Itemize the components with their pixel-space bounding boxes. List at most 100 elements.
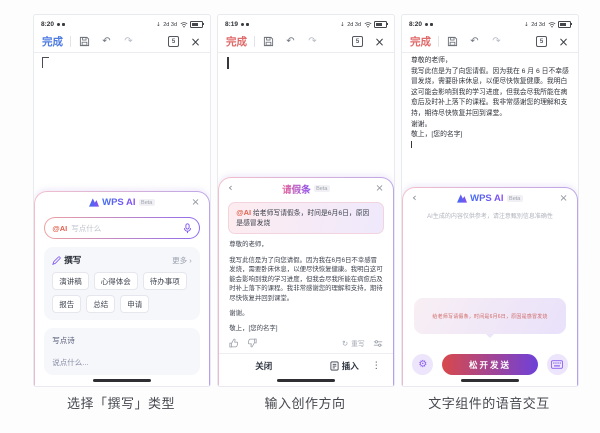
undo-button[interactable]: ↶: [100, 35, 113, 49]
done-button[interactable]: 完成: [42, 34, 63, 49]
done-button[interactable]: 完成: [410, 34, 431, 49]
status-time: 8:20: [41, 21, 54, 28]
compose-card: 撰写 更多 › 演讲稿 心得体会 待办事项 报告 总结 申请: [44, 247, 199, 320]
close-dialog-button[interactable]: ×: [375, 183, 383, 194]
redo-button[interactable]: ↷: [122, 35, 135, 49]
gear-icon: ⚙: [418, 359, 427, 370]
pages-button[interactable]: 5: [351, 35, 364, 49]
caption-input-direction: 输入创作方向: [217, 393, 393, 412]
redo-button[interactable]: ↷: [306, 35, 319, 49]
leave-note-dialog: ‹ 请假条 Beta × @AI 给老师写请假条，时间是6月6日，原因是感冒发烧…: [218, 177, 394, 386]
toolbar-border: [34, 52, 210, 53]
beta-badge: Beta: [139, 199, 155, 206]
feedback-row: ↻ 重写: [219, 336, 392, 353]
redo-button[interactable]: ↷: [490, 35, 503, 49]
more-link[interactable]: 更多 ›: [172, 255, 192, 266]
wifi-icon: [364, 21, 372, 28]
network-label: 2d 3d: [347, 22, 361, 28]
toolbar-border: [218, 52, 394, 53]
rewrite-button[interactable]: 重写: [351, 338, 365, 348]
notification-dot-icon: [425, 23, 428, 26]
text-cursor: [227, 57, 229, 69]
chip-speech[interactable]: 演讲稿: [52, 272, 89, 290]
battery-icon: [374, 21, 387, 29]
insert-button[interactable]: 插入: [330, 360, 359, 372]
microphone-icon[interactable]: [183, 223, 192, 234]
notification-dot-icon: [241, 23, 244, 26]
dialog-header: ‹ 请假条 Beta ×: [219, 178, 392, 199]
close-sheet-button[interactable]: ×: [191, 197, 199, 208]
chip-todo[interactable]: 待办事项: [143, 272, 187, 290]
done-button[interactable]: 完成: [226, 34, 247, 49]
back-button[interactable]: ‹: [412, 191, 416, 204]
transcript-text: 给老师写请假条，时间是6月6日，原因是感冒发烧: [424, 313, 555, 320]
letter-line: 敬上，[您的名字]: [229, 324, 382, 333]
close-editor-button[interactable]: ×: [189, 35, 202, 49]
status-bar: 8:20 ↓ 2d 3d: [402, 15, 578, 31]
brand-title: WPS AI: [102, 197, 135, 208]
download-arrow-icon: ↓: [524, 22, 529, 28]
home-indicator[interactable]: [461, 379, 519, 383]
more-options-button[interactable]: ⋮: [372, 361, 381, 371]
ai-prompt-input[interactable]: @AI 写点什么: [44, 217, 199, 239]
close-editor-button[interactable]: ×: [557, 35, 570, 49]
prompt-text: 给老师写请假条，时间是6月6日，原因是感冒发烧: [236, 210, 369, 227]
undo-button[interactable]: ↶: [468, 35, 481, 49]
download-arrow-icon: ↓: [340, 22, 345, 28]
chip-reflection[interactable]: 心得体会: [94, 272, 138, 290]
adjust-sliders-icon[interactable]: [373, 339, 383, 348]
wifi-icon: [548, 21, 556, 28]
document-text[interactable]: 尊敬的老师， 我写此信是为了向您请假。因为我在 6 月 6 日不幸感冒发烧，需要…: [411, 56, 570, 151]
ai-sheet-header: WPS AI Beta ×: [35, 192, 208, 213]
close-button[interactable]: 关闭: [255, 360, 272, 372]
status-bar: 8:19 ↓ 2d 3d: [218, 15, 394, 31]
notification-dot-icon: [430, 23, 433, 26]
insert-doc-icon: [330, 361, 339, 371]
chip-application[interactable]: 申请: [120, 295, 149, 313]
voice-sheet-header: ‹ WPS AI Beta ×: [403, 188, 576, 209]
ai-disclaimer: AI生成的内容仅供参考，请注意甄别信息准确性: [403, 211, 576, 220]
text-cursor: [42, 57, 49, 68]
chip-report[interactable]: 报告: [52, 295, 81, 313]
compose-chip-list: 演讲稿 心得体会 待办事项 报告 总结 申请: [52, 272, 191, 313]
wps-ai-logo-icon: [89, 198, 99, 207]
insert-label: 插入: [342, 360, 359, 372]
battery-icon: [558, 21, 571, 29]
wps-ai-logo-icon: [457, 194, 467, 203]
phone-screenshot-voice: 8:20 ↓ 2d 3d 完成 ↶ ↷ 5 × 尊敬的老师， 我写此信是为了向您…: [401, 14, 579, 387]
home-indicator[interactable]: [277, 379, 335, 383]
pages-button[interactable]: 5: [167, 35, 180, 49]
release-to-send-button[interactable]: 松开发送: [442, 354, 537, 375]
save-button[interactable]: [446, 35, 459, 49]
text-cursor: [411, 141, 412, 148]
input-placeholder: 写点什么: [71, 223, 101, 234]
chip-summary[interactable]: 总结: [86, 295, 115, 313]
back-button[interactable]: ‹: [228, 181, 232, 194]
undo-button[interactable]: ↶: [284, 35, 297, 49]
keyboard-button[interactable]: [547, 354, 568, 375]
caption-compose-type: 选择「撰写」类型: [33, 393, 209, 412]
save-button[interactable]: [262, 35, 275, 49]
download-arrow-icon: ↓: [156, 22, 161, 28]
phone-screenshot-compose: 8:20 ↓ 2d 3d 完成 ↶ ↷ 5 ×: [33, 14, 211, 387]
notification-dot-icon: [57, 23, 60, 26]
thumbs-down-icon[interactable]: [247, 338, 257, 348]
editor-toolbar: 完成 ↶ ↷ 5 ×: [402, 31, 578, 52]
close-sheet-button[interactable]: ×: [559, 193, 567, 204]
pages-button[interactable]: 5: [535, 35, 548, 49]
close-editor-button[interactable]: ×: [373, 35, 386, 49]
notification-dot-icon: [62, 23, 65, 26]
page-count-icon: 5: [536, 36, 547, 47]
settings-button[interactable]: ⚙: [412, 354, 433, 375]
home-indicator[interactable]: [93, 379, 151, 383]
quick-prompt-poem[interactable]: 写点诗: [52, 335, 191, 346]
thumbs-up-icon[interactable]: [229, 338, 239, 348]
status-time: 8:20: [409, 21, 422, 28]
network-label: 2d 3d: [163, 22, 177, 28]
save-button[interactable]: [78, 35, 91, 49]
doc-line: 谢谢。: [411, 120, 570, 131]
page-count-icon: 5: [352, 36, 363, 47]
speech-transcript-bubble: 给老师写请假条，时间是6月6日，原因是感冒发烧: [414, 298, 565, 334]
beta-badge: Beta: [507, 195, 523, 202]
quick-prompt-say[interactable]: 说点什么...: [52, 357, 191, 368]
